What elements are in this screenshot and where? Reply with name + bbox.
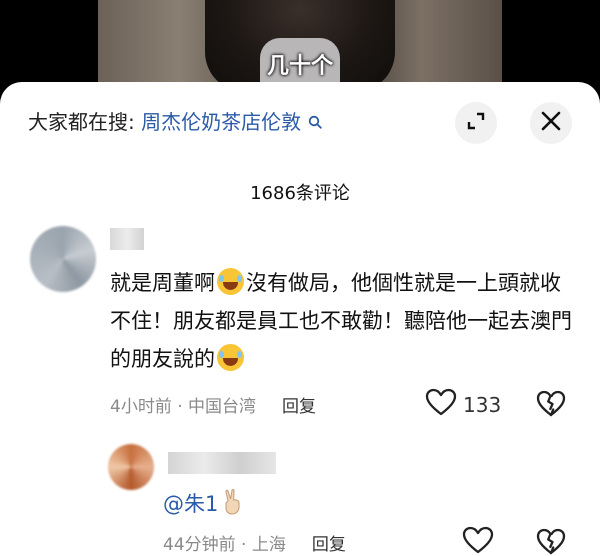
video-player[interactable]: 几十个 [0, 0, 600, 92]
comment-time: 4小时前 [110, 397, 172, 417]
username-blurred[interactable] [168, 452, 276, 474]
broken-heart-icon [536, 390, 566, 421]
comment-text-part: 就是周董啊 [110, 271, 215, 295]
expand-button[interactable] [455, 102, 497, 144]
dislike-button[interactable] [536, 528, 566, 556]
like-button[interactable] [462, 526, 494, 556]
heart-icon [462, 526, 494, 556]
reply-meta: 44分钟前 · 上海 回复 [163, 535, 346, 555]
comment-meta: 4小时前 · 中国台湾 回复 [110, 397, 317, 417]
reply-location: 上海 [251, 535, 286, 555]
video-subtitle: 几十个 [266, 54, 333, 79]
laugh-cry-emoji-icon [217, 268, 244, 295]
comment-location: 中国台湾 [188, 397, 257, 417]
avatar[interactable] [30, 226, 96, 292]
search-icon [303, 115, 322, 133]
reply-button[interactable]: 回复 [312, 535, 346, 555]
heart-icon [425, 388, 457, 421]
like-count: 133 [463, 392, 502, 417]
trending-search-prefix: 大家都在搜: [28, 110, 142, 134]
reply-time: 44分钟前 [163, 535, 236, 555]
peace-hand-emoji-icon [222, 489, 244, 520]
avatar[interactable] [108, 444, 154, 490]
comment-text: 就是周董啊 沒有做局，他個性就是一上頭就收不住！朋友都是員工也不敢勸！聽陪他一起去… [110, 264, 580, 378]
reply-text: @朱1 [163, 488, 244, 520]
expand-icon [465, 110, 487, 136]
username-blurred[interactable] [110, 228, 144, 250]
like-button[interactable]: 133 [425, 388, 501, 421]
reply-mention[interactable]: @朱1 [163, 492, 218, 516]
trending-search[interactable]: 大家都在搜: 周杰伦奶茶店伦敦 [28, 106, 322, 135]
trending-search-term[interactable]: 周杰伦奶茶店伦敦 [141, 110, 301, 134]
dislike-button[interactable] [536, 390, 566, 421]
comments-sheet: 大家都在搜: 周杰伦奶茶店伦敦 1686条评论 就是周董啊 沒有做局，他個性就是一… [0, 82, 600, 556]
close-icon [540, 108, 562, 138]
comment-count: 1686条评论 [250, 183, 350, 204]
close-button[interactable] [530, 102, 572, 144]
laugh-cry-emoji-icon [217, 344, 244, 371]
broken-heart-icon [536, 528, 566, 556]
reply-button[interactable]: 回复 [282, 397, 316, 417]
